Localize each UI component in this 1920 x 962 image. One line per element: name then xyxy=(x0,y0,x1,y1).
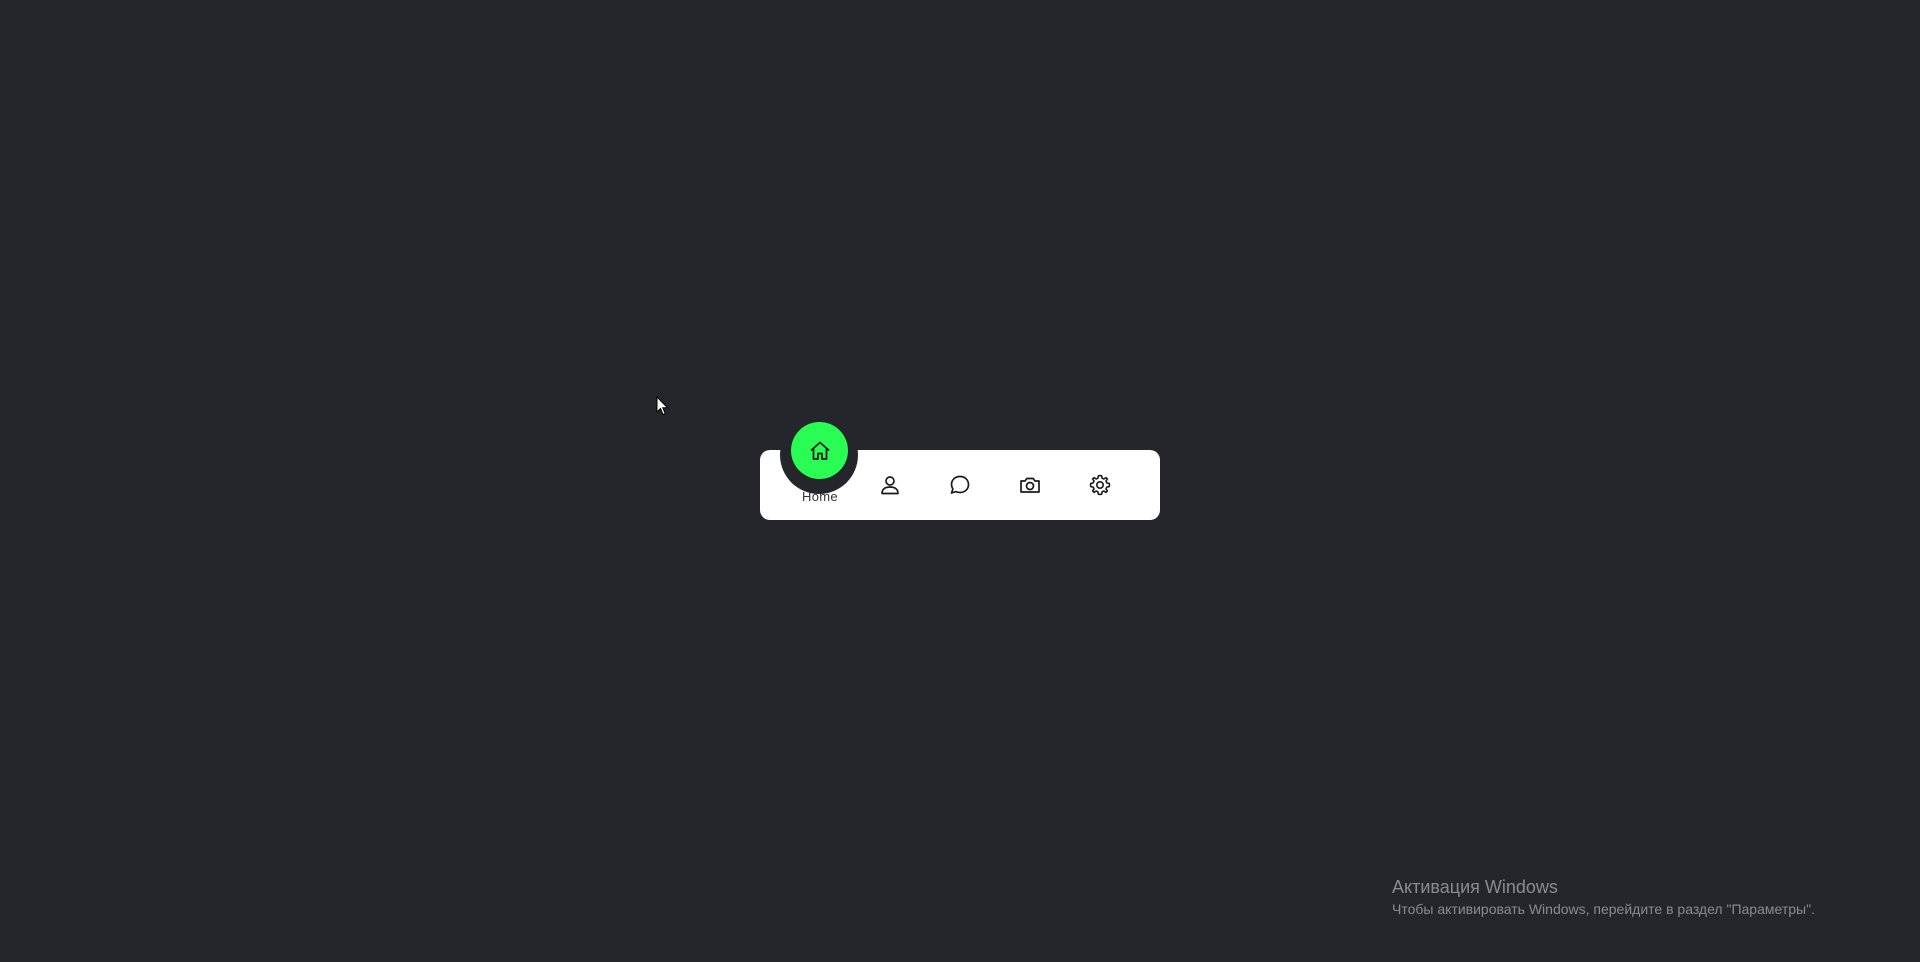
nav-item-camera[interactable] xyxy=(995,450,1065,520)
camera-icon xyxy=(1020,477,1040,493)
nav-item-messages[interactable] xyxy=(925,450,995,520)
person-icon xyxy=(881,476,899,495)
watermark-subtitle: Чтобы активировать Windows, перейдите в … xyxy=(1392,901,1815,917)
nav-item-home-label: Home xyxy=(802,489,838,504)
nav-item-home[interactable] xyxy=(791,422,848,479)
nav-item-profile[interactable] xyxy=(855,450,925,520)
chat-icon xyxy=(950,475,970,494)
settings-icon xyxy=(1089,474,1111,496)
watermark-title: Активация Windows xyxy=(1392,877,1558,897)
nav-item-settings[interactable] xyxy=(1065,450,1135,520)
windows-activation-watermark: Активация Windows Чтобы активировать Win… xyxy=(1392,875,1815,919)
page: Home Активация Windows Чтобы активироват… xyxy=(0,0,1920,962)
mouse-cursor-icon xyxy=(656,396,669,416)
home-icon xyxy=(810,441,829,460)
